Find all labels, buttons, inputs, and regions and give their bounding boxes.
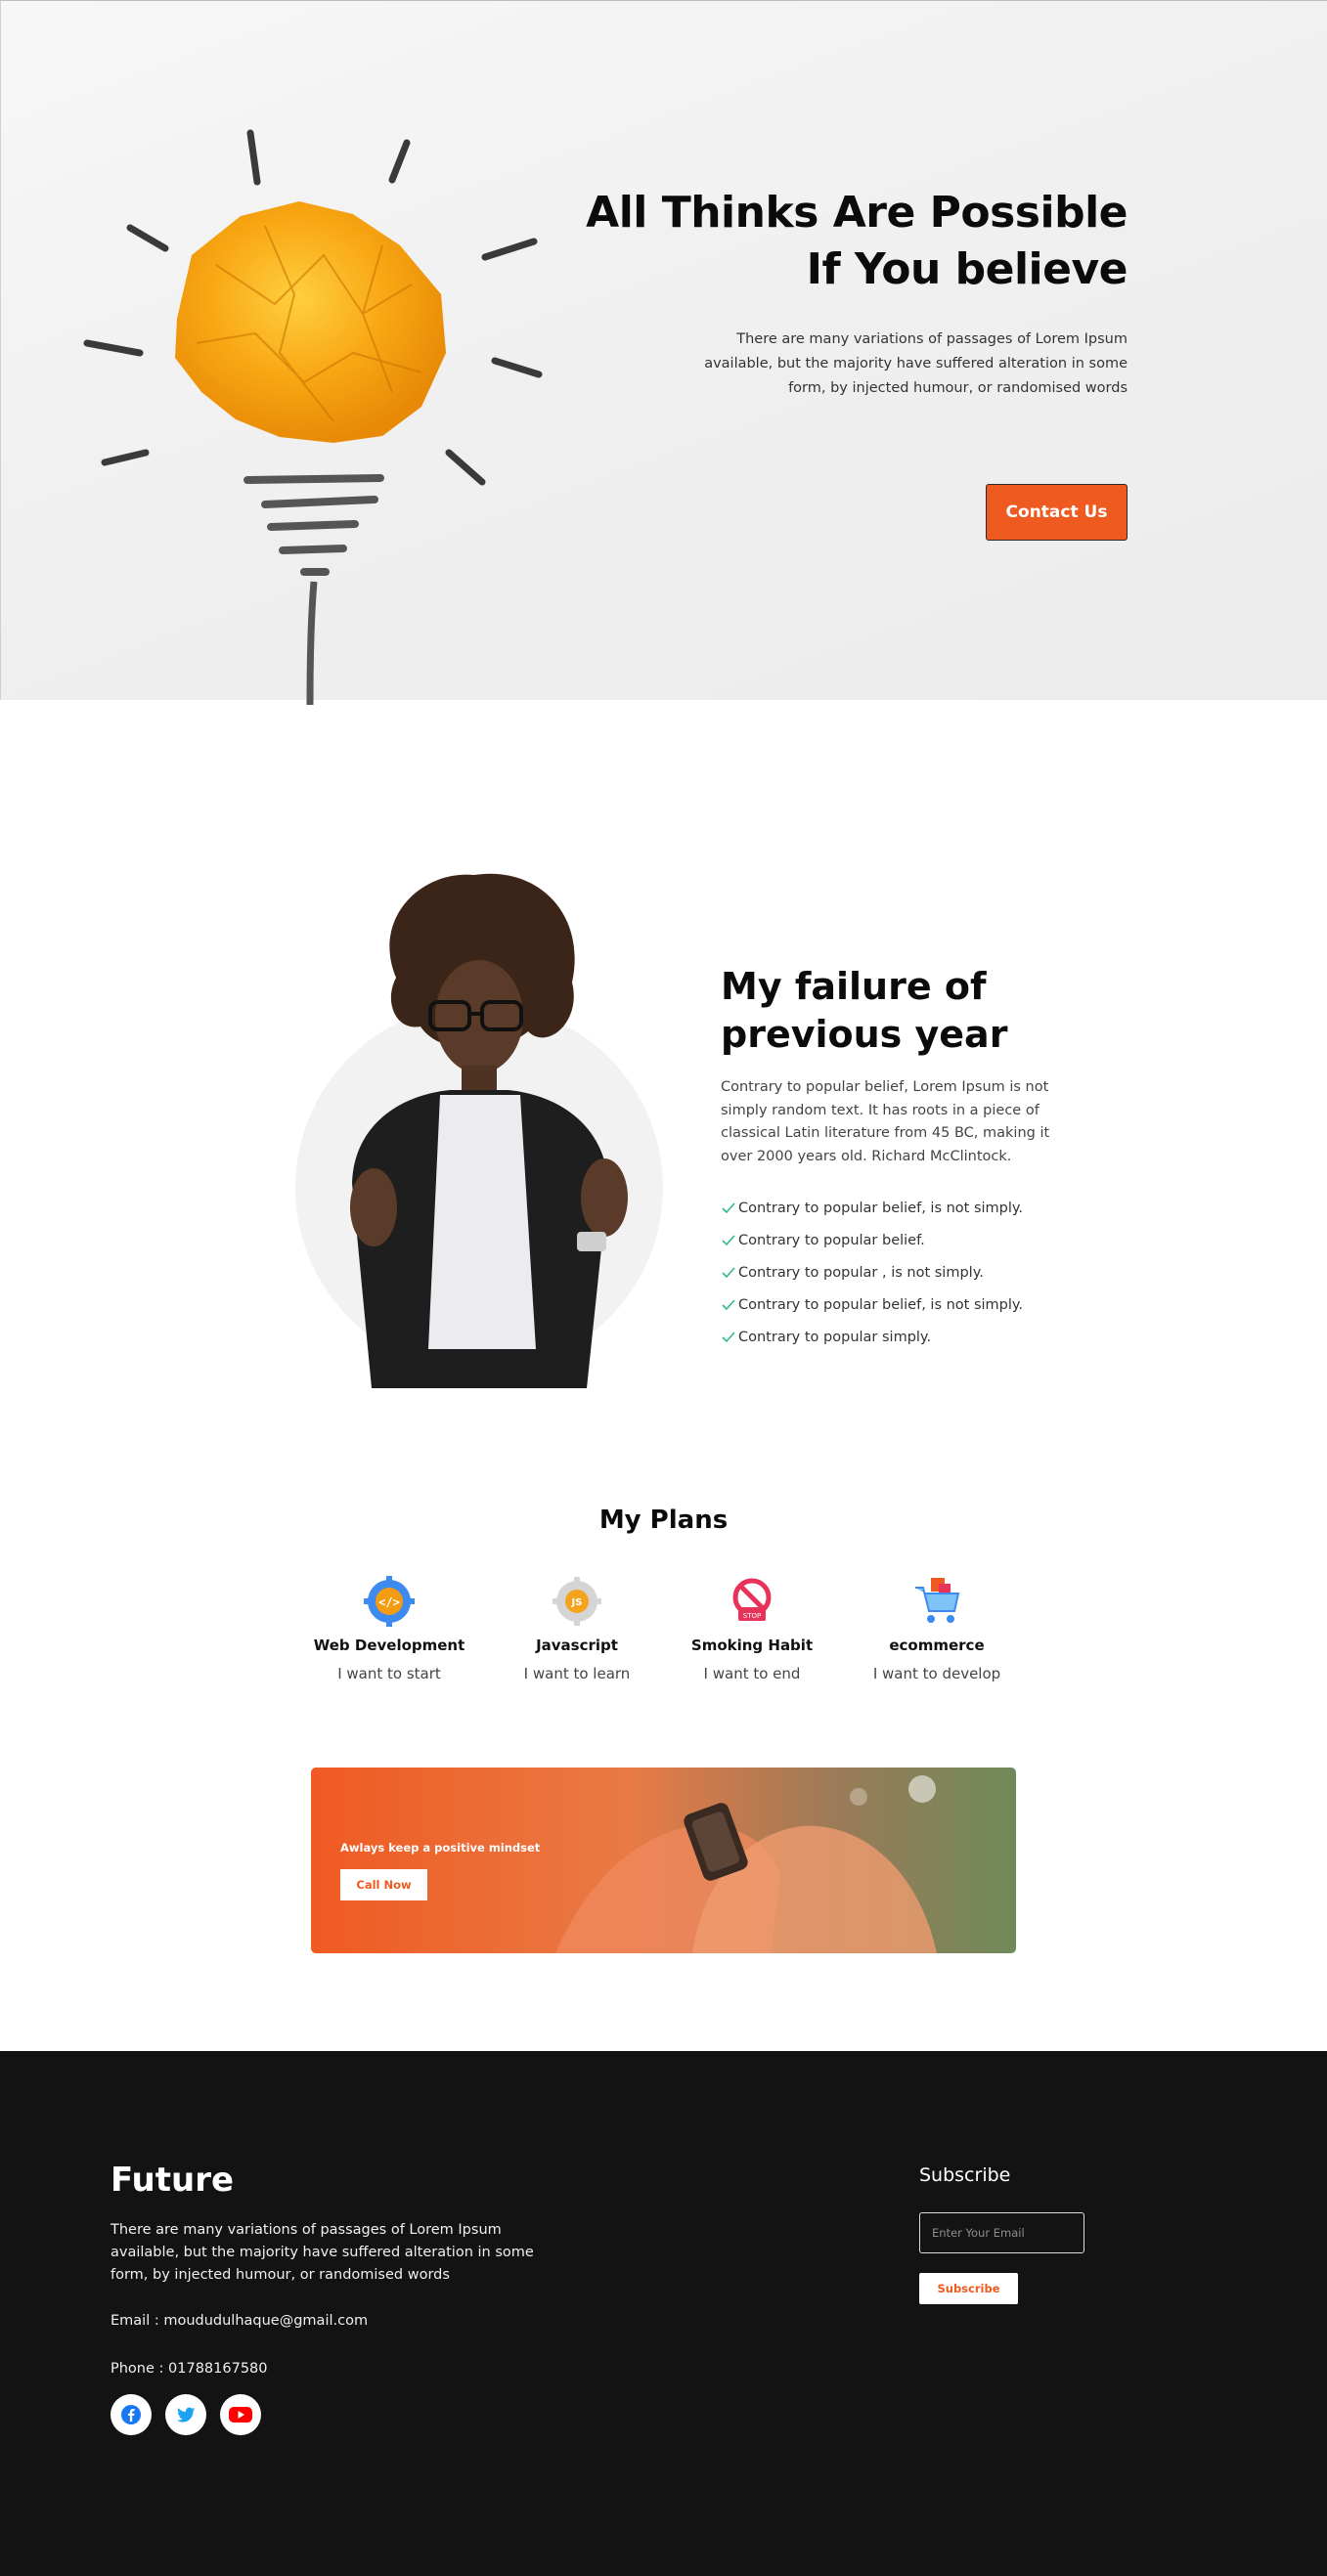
no-smoking-icon: STOP [732,1578,772,1621]
checklist: Contrary to popular belief, is not simpl… [721,1192,1053,1353]
plan-name: ecommerce [889,1637,985,1654]
about-description: Contrary to popular belief, Lorem Ipsum … [721,1079,1050,1164]
checklist-item: Contrary to popular belief, is not simpl… [721,1288,1053,1321]
plan-card-ecommerce: ecommerce I want to develop [839,1576,1035,1682]
plan-card-javascript: JS Javascript I want to learn [479,1576,675,1682]
about-title: My failure of previous year [721,965,1008,1056]
svg-text:JS: JS [571,1597,583,1608]
plans-title: My Plans [598,1506,729,1535]
hero-description: There are many variations of passages of… [704,331,1128,396]
checkmark-icon [722,1298,735,1310]
javascript-gear-icon: JS [553,1577,601,1626]
hero-text-block: All Thinks Are Possible If You believe T… [580,185,1128,401]
plan-name: Javascript [536,1637,618,1654]
paper-lightbulb-illustration [83,129,543,705]
checklist-item-label: Contrary to popular simply. [738,1329,932,1345]
plan-subtitle: I want to end [703,1665,801,1682]
footer: Future There are many variations of pass… [0,2051,1327,2576]
checkmark-icon [722,1201,735,1213]
facebook-link[interactable] [111,2394,152,2435]
svg-text:</>: </> [378,1595,400,1609]
promo-banner: Awlays keep a positive mindset Call Now [311,1768,1016,1953]
twitter-link[interactable] [165,2394,206,2435]
plan-card-smoking-habit: STOP Smoking Habit I want to end [654,1576,850,1682]
call-now-button[interactable]: Call Now [340,1869,427,1900]
plan-name: Web Development [313,1637,465,1654]
plan-card-web-development: </> Web Development I want to start [291,1576,487,1682]
hero-title: All Thinks Are Possible If You believe [586,188,1128,294]
banner-text: Awlays keep a positive mindset [340,1841,541,1855]
footer-phone: Phone : 01788167580 [111,2361,268,2377]
footer-brand: Future [111,2161,235,2200]
checklist-item-label: Contrary to popular belief. [738,1232,925,1248]
woman-portrait-image [295,873,663,1388]
watch-hands-image [311,1768,1016,1953]
plan-subtitle: I want to learn [523,1665,631,1682]
checkmark-icon [722,1331,735,1342]
footer-email: Email : moududulhaque@gmail.com [111,2313,369,2329]
plan-name: Smoking Habit [690,1637,814,1654]
twitter-icon [176,2407,196,2423]
about-text-block: My failure of previous year Contrary to … [721,963,1053,1353]
checkmark-icon [722,1266,735,1278]
plan-subtitle: I want to start [337,1665,441,1682]
subscribe-button[interactable]: Subscribe [919,2273,1018,2304]
youtube-link[interactable] [220,2394,261,2435]
checklist-item-label: Contrary to popular belief, is not simpl… [738,1296,1024,1313]
checklist-item: Contrary to popular simply. [721,1321,1053,1353]
email-input[interactable] [919,2212,1084,2253]
hero-section: All Thinks Are Possible If You believe T… [0,0,1327,705]
subscribe-title: Subscribe [919,2164,1011,2186]
youtube-icon [229,2407,252,2423]
facebook-icon [121,2405,141,2424]
contact-us-button[interactable]: Contact Us [986,484,1128,541]
checklist-item: Contrary to popular belief, is not simpl… [721,1192,1053,1224]
checkmark-icon [722,1234,735,1245]
svg-text:STOP: STOP [743,1612,761,1620]
web-development-gear-icon: </> [364,1576,415,1627]
footer-description: There are many variations of passages of… [111,2222,534,2283]
checklist-item: Contrary to popular , is not simply. [721,1256,1053,1288]
plan-subtitle: I want to develop [872,1665,1001,1682]
checklist-item-label: Contrary to popular belief, is not simpl… [738,1200,1024,1216]
shopping-cart-icon [915,1578,960,1623]
checklist-item: Contrary to popular belief. [721,1224,1053,1256]
checklist-item-label: Contrary to popular , is not simply. [738,1264,984,1281]
